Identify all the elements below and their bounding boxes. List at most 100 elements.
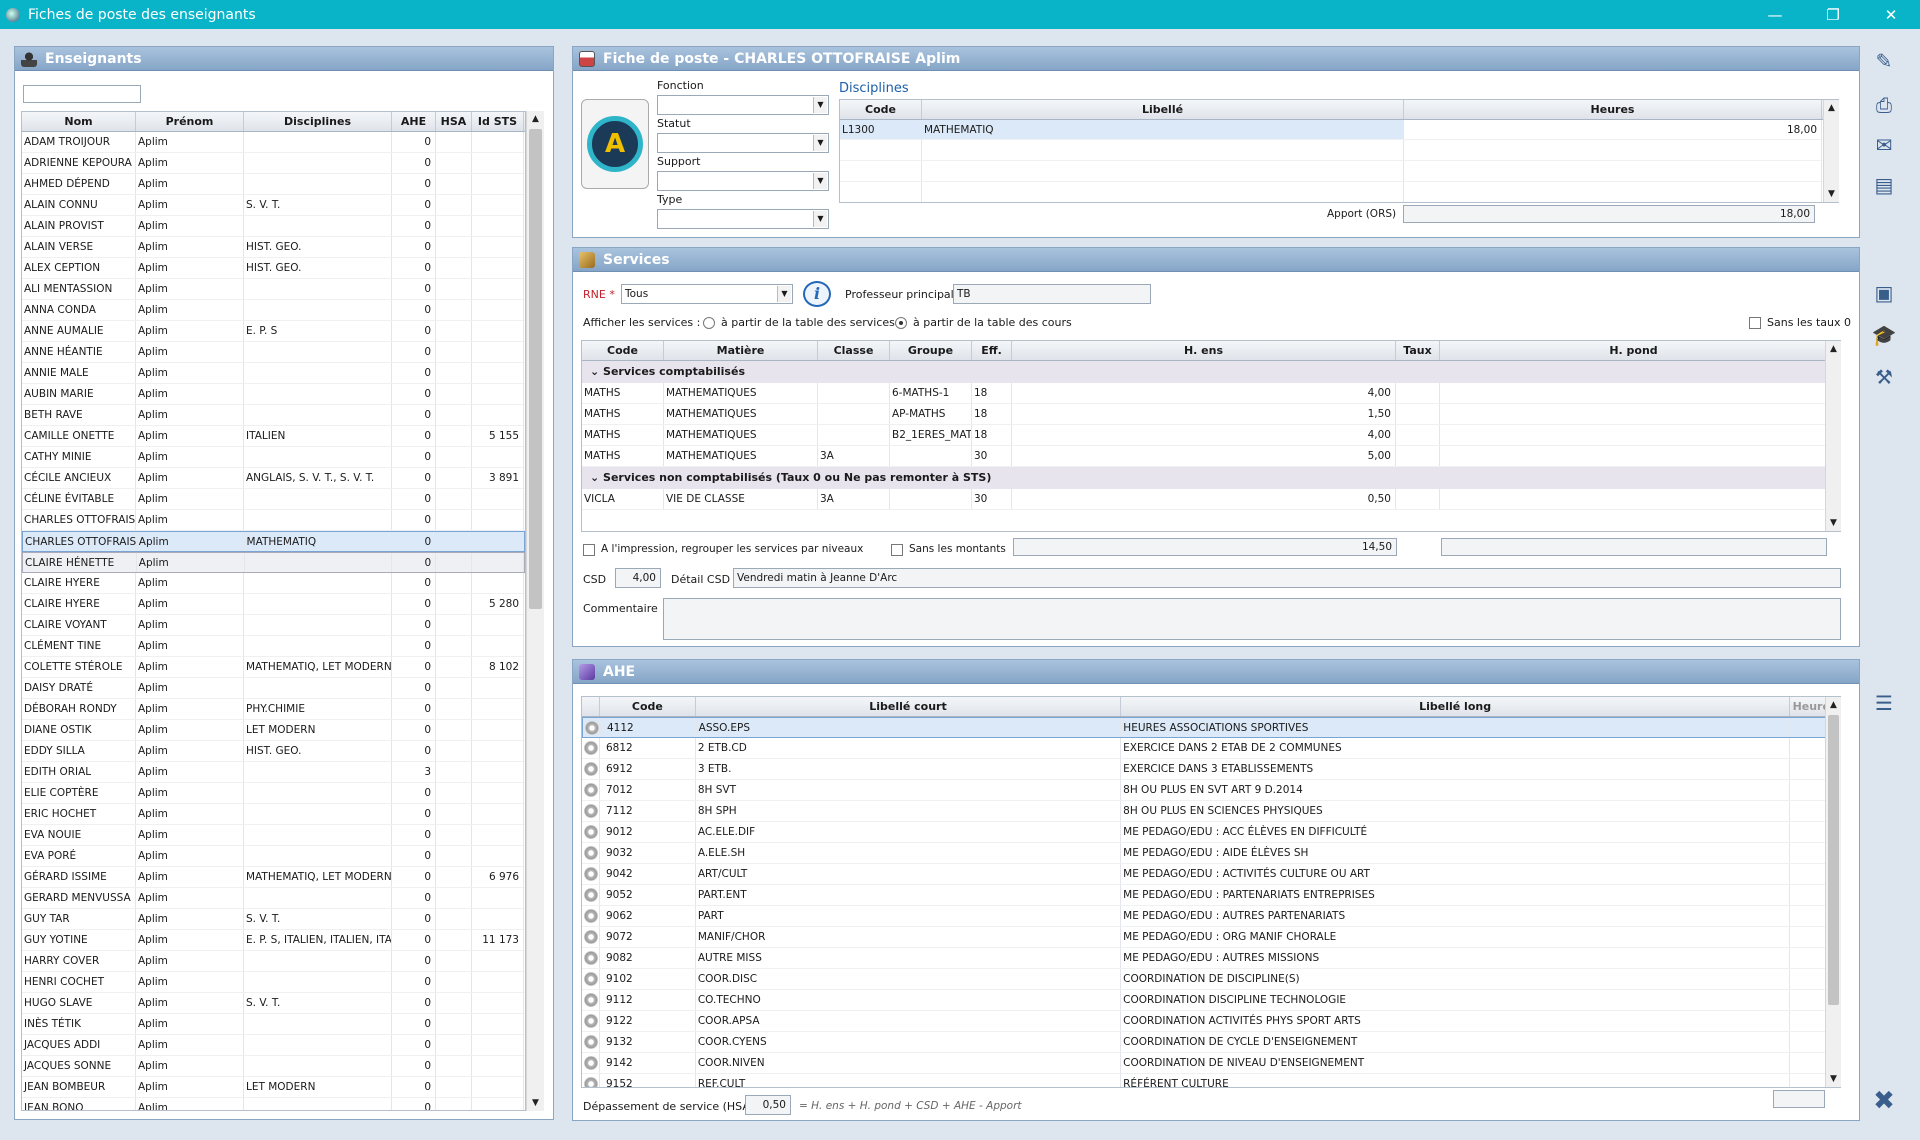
gear-icon[interactable]	[582, 927, 600, 947]
teacher-row[interactable]: CLAIRE HYERE Aplim 0	[22, 573, 525, 594]
scroll-up-icon[interactable]: ▲	[527, 111, 544, 127]
teacher-row[interactable]: ALI MENTASSION Aplim 0	[22, 279, 525, 300]
gear-icon[interactable]	[582, 864, 600, 884]
teacher-row[interactable]: CAMILLE ONETTE Aplim ITALIEN 0 5 155	[22, 426, 525, 447]
teacher-row[interactable]: ANNE AUMALIE Aplim E. P. S0	[22, 321, 525, 342]
scroll-thumb[interactable]	[529, 129, 542, 609]
ahe-row[interactable]: 9122 COOR.APSA COORDINATION ACTIVITÉS PHYS…	[582, 1011, 1840, 1032]
gear-icon[interactable]	[582, 969, 600, 989]
teacher-row[interactable]: CATHY MINIE Aplim 0	[22, 447, 525, 468]
ahe-row[interactable]: 4112 ASSO.EPS HEURES ASSOCIATIONS SPORTIVE…	[582, 717, 1840, 738]
teacher-row[interactable]: ELIE COPTÈRE Aplim 0	[22, 783, 525, 804]
column-header[interactable]: Code	[582, 341, 664, 360]
teacher-row[interactable]: CHARLES OTTOFRAISE Aplim 0	[22, 510, 525, 531]
teacher-row[interactable]: HUGO SLAVE Aplim S. V. T. 0	[22, 993, 525, 1014]
services-scrollbar[interactable]: ▲ ▼	[1825, 341, 1841, 531]
gear-icon[interactable]	[582, 801, 600, 821]
list-icon[interactable]: ☰	[1866, 686, 1902, 720]
teacher-row[interactable]: ANNIE MALE Aplim 0	[22, 363, 525, 384]
teacher-search-input[interactable]	[23, 85, 141, 103]
teacher-row[interactable]: CHARLES OTTOFRAISE Aplim MATHEMATIQ 0	[22, 531, 525, 552]
column-header[interactable]: Classe	[818, 341, 890, 360]
teacher-row[interactable]: ANNE HÉANTIE Aplim 0	[22, 342, 525, 363]
service-row[interactable]: MATHS MATHEMATIQUES 6-MATHS-1 18 4,00	[582, 383, 1840, 404]
teacher-row[interactable]: GUY YOTINE Aplim E. P. S, ITALIEN, ITALIEN…	[22, 930, 525, 951]
ahe-row[interactable]: 9042 ART/CULT ME PEDAGO/EDU : ACTIVITÉS CU…	[582, 864, 1840, 885]
close-window-button[interactable]: ✕	[1862, 0, 1920, 29]
column-header[interactable]: Disciplines	[244, 112, 392, 131]
teacher-row[interactable]: JEAN BONO Aplim 0	[22, 1098, 525, 1110]
teacher-row[interactable]: EVA NOUIE Aplim 0	[22, 825, 525, 846]
sans-taux-checkbox[interactable]	[1749, 317, 1761, 329]
teacher-row[interactable]: COLETTE STÉROLE Aplim MATHEMATIQ, LET MODE…	[22, 657, 525, 678]
monitor-icon[interactable]: ▣	[1866, 276, 1902, 310]
pp-input[interactable]: TB	[953, 284, 1151, 304]
printer-icon[interactable]: ⎙	[1866, 88, 1902, 122]
gear-icon[interactable]	[582, 885, 600, 905]
chevron-down-icon[interactable]: ▼	[813, 97, 827, 113]
gear-icon[interactable]	[582, 990, 600, 1010]
ahe-scrollbar[interactable]: ▲ ▼	[1825, 697, 1841, 1087]
teacher-row[interactable]: CLAIRE HÉNETTE Aplim 0	[22, 552, 525, 573]
commentaire-input[interactable]	[663, 598, 1841, 640]
teacher-row[interactable]: DAISY DRATÉ Aplim 0	[22, 678, 525, 699]
ahe-row[interactable]: 9062 PART ME PEDAGO/EDU : AUTRES PARTENARI…	[582, 906, 1840, 927]
discipline-row[interactable]: L1300 MATHEMATIQ 18,00	[840, 120, 1838, 140]
column-header[interactable]: H. pond	[1440, 341, 1828, 360]
email-icon[interactable]: ✉	[1866, 128, 1902, 162]
chevron-down-icon[interactable]: ▼	[777, 286, 791, 302]
column-header[interactable]: H. ens	[1012, 341, 1396, 360]
service-row[interactable]: MATHS MATHEMATIQUES AP-MATHS 18 1,50	[582, 404, 1840, 425]
teacher-row[interactable]: AHMED DÉPEND Aplim 0	[22, 174, 525, 195]
teacher-row[interactable]: DIANE OSTIK Aplim LET MODERN 0	[22, 720, 525, 741]
teacher-row[interactable]: ADRIENNE KEPOURA Aplim 0	[22, 153, 525, 174]
chevron-down-icon[interactable]: ▼	[813, 135, 827, 151]
chevron-down-icon[interactable]: ▼	[813, 173, 827, 189]
gear-icon[interactable]	[582, 843, 600, 863]
column-header[interactable]: Nom	[22, 112, 136, 131]
maximize-button[interactable]: ❐	[1804, 0, 1862, 29]
services-group-non-comptabilises[interactable]: ⌄ Services non comptabilisés (Taux 0 ou …	[582, 467, 1840, 489]
teacher-row[interactable]: INÈS TÉTIK Aplim 0	[22, 1014, 525, 1035]
column-header[interactable]: Taux	[1396, 341, 1440, 360]
support-select[interactable]: ▼	[657, 171, 829, 191]
teacher-row[interactable]: JEAN BOMBEUR Aplim LET MODERN 0	[22, 1077, 525, 1098]
teacher-row[interactable]: CÉLINE ÉVITABLE Aplim 0	[22, 489, 525, 510]
service-row[interactable]: MATHS MATHEMATIQUES 3A 30 5,00	[582, 446, 1840, 467]
column-header[interactable]: HSA	[436, 112, 472, 131]
teacher-row[interactable]: EVA PORÉ Aplim 0	[22, 846, 525, 867]
column-header[interactable]: Code	[600, 697, 696, 716]
calendar-icon[interactable]: ▤	[1866, 168, 1902, 202]
teacher-row[interactable]: GERARD MENVUSSA Aplim 0	[22, 888, 525, 909]
gear-icon[interactable]	[582, 780, 600, 800]
ahe-row[interactable]: 9112 CO.TECHNO COORDINATION DISCIPLINE TEC…	[582, 990, 1840, 1011]
teacher-row[interactable]: CLÉMENT TINE Aplim 0	[22, 636, 525, 657]
edit-pen-icon[interactable]: ✎	[1866, 44, 1902, 78]
ahe-row[interactable]: 9132 COOR.CYENS COORDINATION DE CYCLE D'EN…	[582, 1032, 1840, 1053]
teacher-row[interactable]: DÉBORAH RONDY Aplim PHY.CHIMIE 0	[22, 699, 525, 720]
close-icon[interactable]: ✖	[1866, 1084, 1902, 1118]
teacher-row[interactable]: CLAIRE HYERE Aplim 0 5 280	[22, 594, 525, 615]
teacher-row[interactable]: JACQUES ADDI Aplim 0	[22, 1035, 525, 1056]
ahe-row[interactable]: 9012 AC.ELE.DIF ME PEDAGO/EDU : ACC ÉLÈVES…	[582, 822, 1840, 843]
teacher-row[interactable]: AUBIN MARIE Aplim 0	[22, 384, 525, 405]
teacher-row[interactable]: BETH RAVE Aplim 0	[22, 405, 525, 426]
minimize-button[interactable]: —	[1746, 0, 1804, 29]
ahe-row[interactable]: 7012 8H SVT 8H OU PLUS EN SVT ART 9 D.2014	[582, 780, 1840, 801]
teacher-row[interactable]: ANNA CONDA Aplim 0	[22, 300, 525, 321]
ahe-row[interactable]: 9052 PART.ENT ME PEDAGO/EDU : PARTENARIATS…	[582, 885, 1840, 906]
column-header[interactable]: Matière	[664, 341, 818, 360]
ahe-row[interactable]: 9102 COOR.DISC COORDINATION DE DISCIPLINE(…	[582, 969, 1840, 990]
column-header[interactable]: Groupe	[890, 341, 972, 360]
tools-icon[interactable]: ⚒	[1866, 360, 1902, 394]
regrouper-checkbox[interactable]	[583, 544, 595, 556]
ahe-row[interactable]: 9072 MANIF/CHOR ME PEDAGO/EDU : ORG MANIF …	[582, 927, 1840, 948]
gear-icon[interactable]	[582, 738, 600, 758]
gear-icon[interactable]	[582, 1074, 600, 1087]
teacher-row[interactable]: GÉRARD ISSIME Aplim MATHEMATIQ, LET MODERN…	[22, 867, 525, 888]
teacher-row[interactable]: JACQUES SONNE Aplim 0	[22, 1056, 525, 1077]
ahe-row[interactable]: 9032 A.ELE.SH ME PEDAGO/EDU : AIDE ÉLÈVES …	[582, 843, 1840, 864]
service-row[interactable]: VICLA VIE DE CLASSE 3A 30 0,50	[582, 489, 1840, 510]
sans-montants-checkbox[interactable]	[891, 544, 903, 556]
disciplines-scrollbar[interactable]: ▲ ▼	[1823, 100, 1839, 202]
